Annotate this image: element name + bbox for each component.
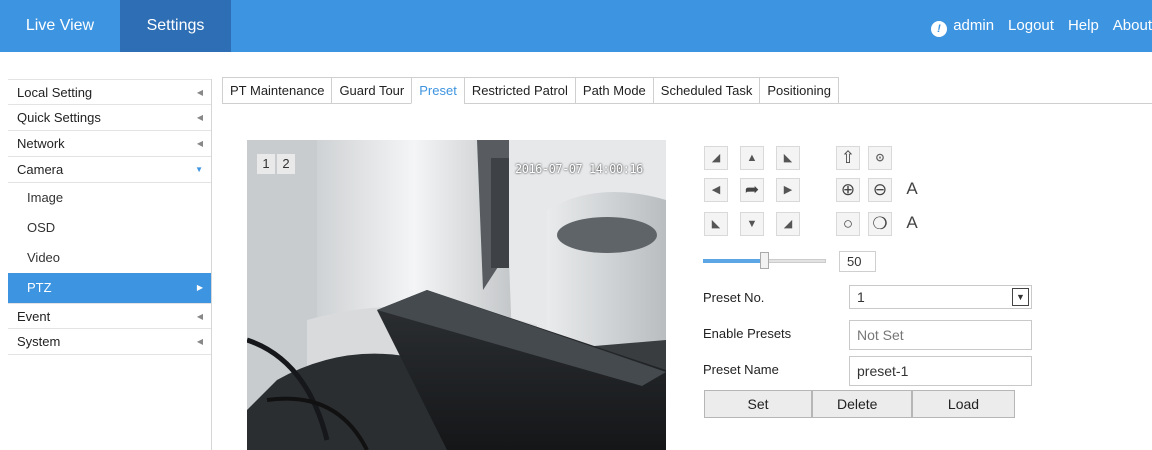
zoom-out-icon[interactable]: ⊖ bbox=[868, 178, 892, 202]
ptz-speed-value: 50 bbox=[839, 251, 876, 272]
chevron-right-icon: ▶ bbox=[196, 283, 203, 292]
help-link[interactable]: Help bbox=[1068, 17, 1099, 34]
window-2-button[interactable]: 2 bbox=[277, 154, 295, 174]
preset-name-label: Preset Name bbox=[703, 362, 779, 377]
sidebar-item-label: Camera bbox=[17, 162, 64, 177]
settings-sidebar: Local Setting ◀ Quick Settings ◀ Network… bbox=[8, 79, 212, 450]
auto-iris-button[interactable]: A bbox=[900, 212, 924, 236]
logout-link[interactable]: Logout bbox=[1008, 17, 1054, 34]
auto-focus-button[interactable]: A bbox=[900, 178, 924, 202]
tab-guard-tour[interactable]: Guard Tour bbox=[331, 77, 412, 104]
sidebar-item-camera[interactable]: Camera ▼ bbox=[8, 157, 211, 183]
video-preview[interactable]: 1 2 2016-07-07 14:00:16 bbox=[247, 140, 666, 450]
sidebar-subitem-osd[interactable]: OSD bbox=[8, 213, 211, 243]
about-link[interactable]: About bbox=[1113, 17, 1152, 34]
load-button[interactable]: Load bbox=[912, 390, 1015, 418]
osd-timestamp: 2016-07-07 14:00:16 bbox=[515, 162, 643, 176]
tab-pt-maintenance[interactable]: PT Maintenance bbox=[222, 77, 332, 104]
user-icon: ! bbox=[931, 21, 948, 37]
preset-no-select[interactable]: 1 ▼ bbox=[849, 285, 1032, 309]
sidebar-item-label: Network bbox=[17, 136, 65, 151]
zoom-in-icon[interactable]: ⊕ bbox=[836, 178, 860, 202]
chevron-left-icon: ◀ bbox=[196, 113, 203, 122]
nav-live-view[interactable]: Live View bbox=[0, 0, 120, 52]
auto-pan-button[interactable]: ➦ bbox=[740, 178, 764, 202]
sidebar-subitem-ptz[interactable]: PTZ ▶ bbox=[8, 273, 211, 303]
sidebar-item-local-setting[interactable]: Local Setting ◀ bbox=[8, 79, 211, 105]
pan-up-right-button[interactable]: ◣ bbox=[776, 146, 800, 170]
window-selector: 1 2 bbox=[257, 154, 297, 174]
ptz-speed-slider-fill bbox=[703, 259, 760, 263]
ptz-tabs: PT Maintenance Guard Tour Preset Restric… bbox=[222, 77, 1152, 104]
iris-open-icon[interactable]: ○ bbox=[836, 212, 860, 236]
sidebar-item-label: Local Setting bbox=[17, 85, 93, 100]
window-1-button[interactable]: 1 bbox=[257, 154, 275, 174]
chevron-left-icon: ◀ bbox=[196, 139, 203, 148]
chevron-left-icon: ◀ bbox=[196, 88, 203, 97]
user-area: ! admin Logout Help About bbox=[917, 0, 1152, 52]
sidebar-item-network[interactable]: Network ◀ bbox=[8, 131, 211, 157]
sidebar-item-label: Event bbox=[17, 309, 51, 324]
pan-down-button[interactable]: ▼ bbox=[740, 212, 764, 236]
username: admin bbox=[953, 17, 995, 34]
light-icon[interactable]: ⇧ bbox=[836, 146, 860, 170]
sidebar-item-system[interactable]: System ◀ bbox=[8, 329, 211, 355]
sidebar-subitem-image[interactable]: Image bbox=[8, 183, 211, 213]
pan-left-button[interactable]: ◀ bbox=[704, 178, 728, 202]
camera-feed-image bbox=[247, 140, 666, 450]
sidebar-subitem-video[interactable]: Video bbox=[8, 243, 211, 273]
set-button[interactable]: Set bbox=[704, 390, 812, 418]
chevron-left-icon: ◀ bbox=[196, 337, 203, 346]
tab-restricted-patrol[interactable]: Restricted Patrol bbox=[463, 77, 575, 104]
enable-presets-field: Not Set bbox=[849, 320, 1032, 350]
sidebar-item-label: System bbox=[17, 334, 61, 349]
delete-button[interactable]: Delete bbox=[812, 390, 912, 418]
preset-no-value: 1 bbox=[857, 289, 865, 305]
sidebar-item-event[interactable]: Event ◀ bbox=[8, 303, 211, 329]
user-info: ! admin bbox=[931, 17, 995, 37]
wiper-icon[interactable]: ⊙ bbox=[868, 146, 892, 170]
sidebar-item-label: Quick Settings bbox=[17, 110, 101, 125]
sidebar-item-label: PTZ bbox=[27, 280, 52, 295]
pan-up-button[interactable]: ▲ bbox=[740, 146, 764, 170]
pan-right-button[interactable]: ▶ bbox=[776, 178, 800, 202]
chevron-left-icon: ◀ bbox=[196, 312, 203, 321]
iris-close-icon[interactable]: ❍ bbox=[868, 212, 892, 236]
ptz-speed-slider-handle[interactable] bbox=[760, 252, 769, 269]
enable-presets-label: Enable Presets bbox=[703, 326, 792, 341]
chevron-down-icon: ▼ bbox=[1012, 288, 1029, 306]
chevron-down-icon: ▼ bbox=[195, 165, 203, 174]
tab-scheduled-task[interactable]: Scheduled Task bbox=[652, 77, 760, 104]
pan-down-right-button[interactable]: ◢ bbox=[776, 212, 800, 236]
tab-positioning[interactable]: Positioning bbox=[759, 77, 839, 104]
preset-name-input[interactable]: preset-1 bbox=[849, 356, 1032, 386]
nav-settings[interactable]: Settings bbox=[120, 0, 231, 52]
pan-up-left-button[interactable]: ◢ bbox=[704, 146, 728, 170]
tab-path-mode[interactable]: Path Mode bbox=[574, 77, 653, 104]
pan-down-left-button[interactable]: ◣ bbox=[704, 212, 728, 236]
tab-preset[interactable]: Preset bbox=[411, 77, 464, 104]
sidebar-item-quick-settings[interactable]: Quick Settings ◀ bbox=[8, 105, 211, 131]
top-navigation-bar: Live View Settings ! admin Logout Help Abou… bbox=[0, 0, 1152, 52]
preset-no-label: Preset No. bbox=[703, 290, 765, 305]
